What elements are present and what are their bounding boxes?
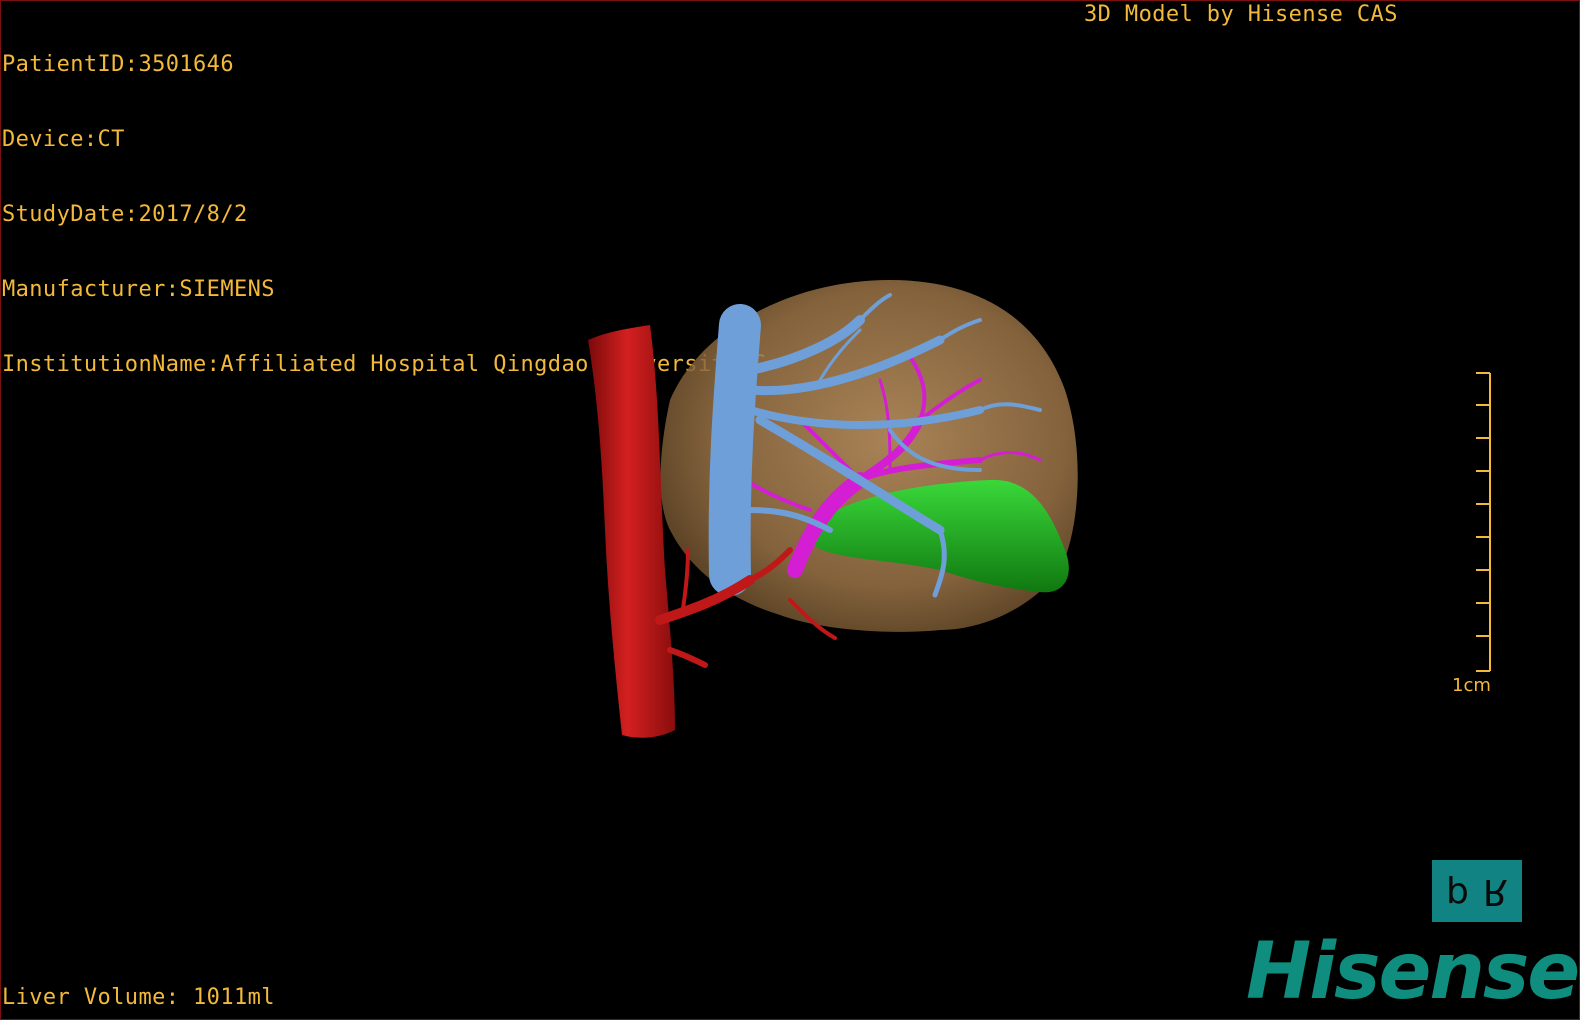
3d-model-viewport[interactable]: [560, 270, 1100, 750]
model-credit-text: 3D Model by Hisense CAS: [1084, 2, 1398, 27]
orientation-left-glyph: d: [1446, 870, 1469, 912]
orientation-right-glyph: R: [1482, 870, 1508, 912]
patient-id-text: PatientID:3501646: [2, 52, 234, 77]
hisense-logo: Hisense: [1246, 927, 1580, 1017]
scale-bar-label: 1cm: [1452, 675, 1491, 696]
orientation-cube-button[interactable]: d R: [1432, 860, 1522, 922]
aorta-vessel: [588, 325, 675, 738]
study-date-text: StudyDate:2017/8/2: [2, 202, 248, 227]
scale-bar: [1476, 372, 1491, 672]
liver-volume-text: Liver Volume: 1011ml: [2, 985, 275, 1010]
device-text: Device:CT: [2, 127, 125, 152]
